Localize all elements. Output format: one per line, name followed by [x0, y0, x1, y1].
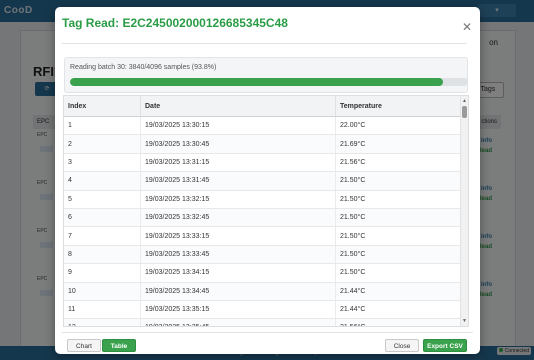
cell-temperature: 21.50°C — [335, 263, 468, 283]
cell-temperature: 22.00°C — [335, 116, 468, 136]
progress-bar-fill — [70, 78, 444, 86]
cell-index: 11 — [64, 300, 141, 320]
scrollbar-thumb[interactable] — [462, 106, 467, 118]
cell-temperature: 21.50°C — [335, 226, 468, 246]
cell-date: 19/03/2025 13:33:45 — [140, 245, 336, 265]
cell-date: 19/03/2025 13:31:45 — [140, 171, 336, 191]
scroll-down-icon[interactable]: ▼ — [462, 318, 467, 324]
cell-temperature: 21.44°C — [335, 282, 468, 301]
cell-date: 19/03/2025 13:32:45 — [140, 208, 336, 228]
cell-temperature: 21.44°C — [335, 300, 468, 320]
cell-date: 19/03/2025 13:34:15 — [140, 263, 336, 283]
cell-date: 19/03/2025 13:32:15 — [140, 190, 336, 209]
cell-index: 7 — [64, 226, 141, 246]
divider — [62, 332, 473, 333]
cell-date: 19/03/2025 13:30:15 — [140, 116, 336, 136]
cell-index: 8 — [64, 245, 141, 265]
divider — [62, 43, 467, 44]
chart-view-button[interactable]: Chart — [67, 339, 101, 352]
cell-temperature: 21.56°C — [335, 153, 468, 173]
table-row[interactable]: 8 19/03/2025 13:33:45 21.50°C — [64, 245, 468, 265]
cell-date: 19/03/2025 13:35:15 — [140, 300, 336, 320]
cell-index: 12 — [64, 318, 141, 326]
table-row[interactable]: 3 19/03/2025 13:31:15 21.56°C — [64, 153, 468, 173]
cell-temperature: 21.50°C — [335, 245, 468, 265]
cell-temperature: 21.50°C — [335, 171, 468, 191]
export-csv-button[interactable]: Export CSV — [423, 339, 467, 352]
table-row[interactable]: 9 19/03/2025 13:34:15 21.50°C — [64, 263, 468, 283]
table-row[interactable]: 10 19/03/2025 13:34:45 21.44°C — [64, 282, 468, 301]
cell-temperature: 21.69°C — [335, 134, 468, 154]
cell-temperature: 21.50°C — [335, 190, 468, 209]
table-row[interactable]: 1219/03/2025 13:35:4521.56°C — [64, 318, 468, 326]
cell-index: 10 — [64, 282, 141, 301]
table-header-row: Index Date Temperature — [64, 96, 468, 117]
cell-index: 3 — [64, 153, 141, 173]
table-row[interactable]: 2 19/03/2025 13:30:45 21.69°C — [64, 134, 468, 154]
column-header-date[interactable]: Date — [140, 96, 336, 117]
cell-index: 2 — [64, 134, 141, 154]
cell-date: 19/03/2025 13:33:15 — [140, 226, 336, 246]
cell-date: 19/03/2025 13:31:15 — [140, 153, 336, 173]
samples-table-container[interactable]: Index Date Temperature 1 19/03/2025 13:30… — [63, 95, 469, 327]
cell-date: 19/03/2025 13:30:45 — [140, 134, 336, 154]
samples-table: Index Date Temperature 1 19/03/2025 13:30… — [64, 96, 468, 326]
cell-date: 19/03/2025 13:34:45 — [140, 282, 336, 301]
reading-progress-panel: Reading batch 30: 3840/4096 samples (93.… — [64, 57, 468, 93]
cell-index: 9 — [64, 263, 141, 283]
cell-date: 19/03/2025 13:35:45 — [140, 318, 336, 326]
column-header-index[interactable]: Index — [64, 96, 141, 117]
table-body: 1 19/03/2025 13:30:15 22.00°C 2 19/03/2025 1… — [64, 116, 468, 326]
tag-read-modal: Tag Read: E2C245002000126685345C48 ✕ Rea… — [55, 7, 480, 354]
table-view-button[interactable]: Table — [102, 339, 136, 352]
table-row[interactable]: 5 19/03/2025 13:32:15 21.50°C — [64, 190, 468, 209]
close-button[interactable]: Close — [385, 339, 419, 352]
table-row[interactable]: 4 19/03/2025 13:31:45 21.50°C — [64, 171, 468, 191]
cell-temperature: 21.56°C — [335, 318, 468, 326]
table-row[interactable]: 1 19/03/2025 13:30:15 22.00°C — [64, 116, 468, 136]
cell-index: 4 — [64, 171, 141, 191]
cell-temperature: 21.50°C — [335, 208, 468, 228]
cell-index: 1 — [64, 116, 141, 136]
table-row[interactable]: 7 19/03/2025 13:33:15 21.50°C — [64, 226, 468, 246]
table-scrollbar[interactable]: ▲ ▼ — [460, 96, 468, 326]
column-header-temperature[interactable]: Temperature — [335, 96, 468, 117]
table-row[interactable]: 11 19/03/2025 13:35:15 21.44°C — [64, 300, 468, 320]
close-icon[interactable]: ✕ — [462, 21, 472, 33]
scroll-up-icon[interactable]: ▲ — [462, 98, 467, 104]
cell-index: 6 — [64, 208, 141, 228]
modal-title: Tag Read: E2C245002000126685345C48 — [62, 16, 288, 30]
progress-bar — [70, 78, 468, 86]
table-row[interactable]: 6 19/03/2025 13:32:45 21.50°C — [64, 208, 468, 228]
progress-label: Reading batch 30: 3840/4096 samples (93.… — [70, 64, 217, 71]
cell-index: 5 — [64, 190, 141, 209]
